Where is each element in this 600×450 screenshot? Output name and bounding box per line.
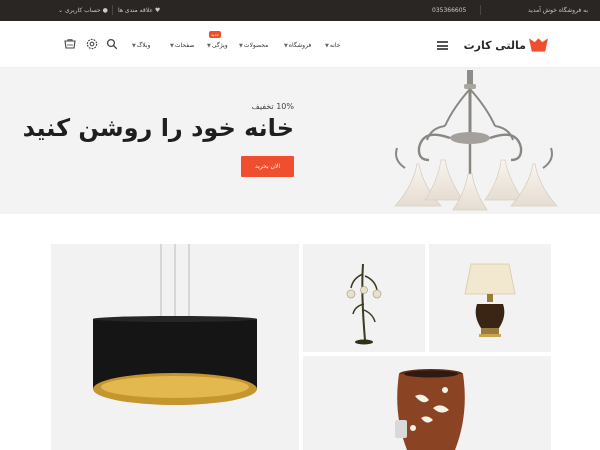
nav-item-pages[interactable]: صفحات▼ [170,42,194,49]
wishlist-label: علاقه مندی ها [118,7,153,14]
pendant-lamp-image [93,244,257,405]
nav-item-products[interactable]: محصولات▼ [239,42,268,49]
logo-icon [529,38,548,52]
lantern-image [395,369,465,450]
hero-title: خانه خود را روشن کنید [22,114,294,142]
chevron-down-icon: ▼ [132,43,136,49]
heart-icon: ♥ [154,7,161,14]
chevron-down-icon: ▼ [325,43,329,49]
category-tile-pendant-lamp[interactable] [51,244,299,450]
shop-now-button[interactable]: الان بخرید [241,156,294,177]
divider [112,5,113,15]
hero-discount: 10% تخفیف [251,102,294,111]
settings-icon[interactable] [86,38,98,50]
new-badge: جدید [209,31,221,38]
cart-icon[interactable] [64,38,76,50]
menu-icon[interactable] [437,41,448,50]
nav-label: فروشگاه [288,42,312,49]
wishlist-link[interactable]: ♥ علاقه مندی ها [118,7,160,14]
chevron-down-icon: ▼ [170,43,174,49]
welcome-text: به فروشگاه خوش آمدید [528,7,588,14]
category-tile-floor-lamp[interactable] [303,244,425,352]
chevron-down-icon: ▼ [239,43,243,49]
category-tile-table-lamp[interactable] [429,244,551,352]
search-icon[interactable] [106,38,118,50]
nav-label: محصولات [243,42,269,49]
chevron-down-icon: ⌄ [58,7,64,14]
account-link[interactable]: ● حساب کاربری ⌄ [58,7,108,14]
floor-lamp-image [346,263,382,345]
chevron-down-icon: ▼ [207,43,211,49]
top-bar: به فروشگاه خوش آمدید 035366605 ♥ علاقه م… [0,0,600,21]
nav-label: ویژگی [211,42,228,49]
main-header: مالتی کارت خانه▼ فروشگاه▼ محصولات▼ جدید … [0,21,600,68]
table-lamp-image [464,263,516,337]
nav-item-shop[interactable]: فروشگاه▼ [284,42,311,49]
nav-label: صفحات [174,42,195,49]
logo[interactable]: مالتی کارت [464,36,548,54]
nav-item-home[interactable]: خانه▼ [325,42,340,49]
divider [480,5,481,15]
nav-item-blog[interactable]: وبلاگ▼ [132,42,150,49]
chevron-down-icon: ▼ [284,43,288,49]
logo-text: مالتی کارت [463,38,526,52]
nav-item-features[interactable]: ویژگی▼ [207,42,228,49]
user-icon: ● [102,7,108,14]
category-tile-lantern[interactable] [303,356,551,450]
phone-number[interactable]: 035366605 [432,7,466,14]
account-label: حساب کاربری [64,7,101,14]
nav-label: وبلاگ [136,42,151,49]
chandelier-image [394,70,558,211]
nav-label: خانه [329,42,341,49]
